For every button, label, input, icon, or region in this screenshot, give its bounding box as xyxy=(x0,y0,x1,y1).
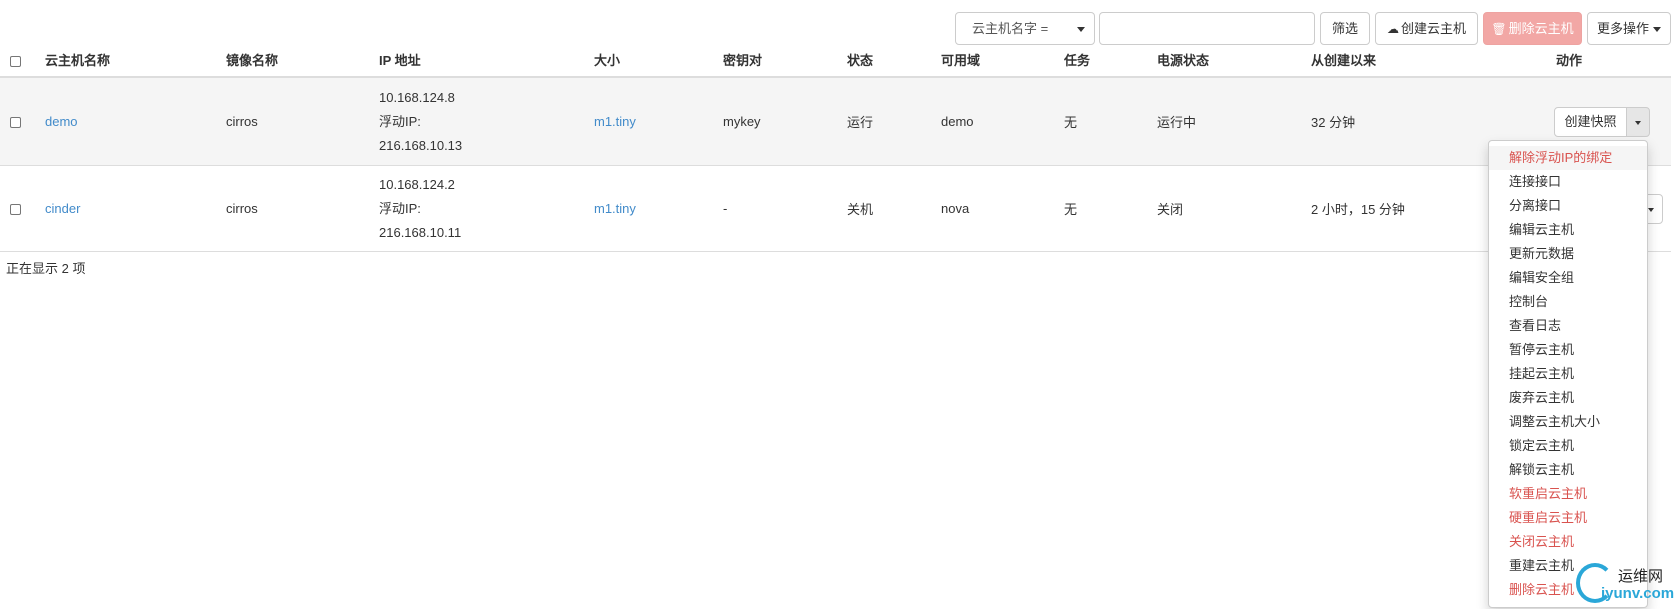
header-zone[interactable]: 可用域 xyxy=(941,44,980,78)
toolbar: 云主机名字 = 筛选 ☁ 创建云主机 🗑 删除云主机 更多操作 xyxy=(955,12,1671,45)
ip-address: 10.168.124.8 浮动IP: 216.168.10.13 xyxy=(379,78,462,165)
instance-name-link[interactable]: demo xyxy=(45,78,78,165)
chevron-down-icon xyxy=(1648,207,1654,212)
task: 无 xyxy=(1064,115,1078,130)
menu-item-detach-interface[interactable]: 分离接口 xyxy=(1489,194,1647,218)
ip-address: 10.168.124.2 浮动IP: 216.168.10.11 xyxy=(379,166,461,251)
header-age[interactable]: 从创建以来 xyxy=(1311,44,1376,78)
watermark-line1: 运维网 xyxy=(1618,568,1664,585)
availability-zone: nova xyxy=(941,201,970,216)
cloud-upload-icon: ☁ xyxy=(1386,22,1399,36)
chevron-down-icon xyxy=(1635,120,1641,125)
watermark-line2: iyunv.com xyxy=(1601,585,1675,602)
fixed-ip: 10.168.124.2 xyxy=(379,176,455,192)
delete-instance-button[interactable]: 🗑 删除云主机 xyxy=(1483,12,1582,45)
row-actions-menu: 解除浮动IP的绑定 连接接口 分离接口 编辑云主机 更新元数据 编辑安全组 控制… xyxy=(1488,140,1648,608)
floating-ip-label: 浮动IP: xyxy=(379,113,421,129)
row-checkbox[interactable] xyxy=(10,116,21,128)
menu-item-attach-interface[interactable]: 连接接口 xyxy=(1489,170,1647,194)
header-image[interactable]: 镜像名称 xyxy=(226,44,278,78)
menu-item-soft-reboot[interactable]: 软重启云主机 xyxy=(1489,482,1647,506)
flavor-link[interactable]: m1.tiny xyxy=(594,166,636,251)
image-name: cirros xyxy=(226,114,258,129)
flavor-link[interactable]: m1.tiny xyxy=(594,78,636,165)
filter-button-label: 筛选 xyxy=(1331,21,1358,36)
menu-item-edit-instance[interactable]: 编辑云主机 xyxy=(1489,218,1647,242)
table-row: demo cirros 10.168.124.8 浮动IP: 216.168.1… xyxy=(0,78,1671,166)
menu-item-shutdown-instance[interactable]: 关闭云主机 xyxy=(1489,530,1647,554)
header-power[interactable]: 电源状态 xyxy=(1157,44,1209,78)
menu-item-unlock-instance[interactable]: 解锁云主机 xyxy=(1489,458,1647,482)
menu-item-update-metadata[interactable]: 更新元数据 xyxy=(1489,242,1647,266)
menu-item-view-log[interactable]: 查看日志 xyxy=(1489,314,1647,338)
menu-item-pause-instance[interactable]: 暂停云主机 xyxy=(1489,338,1647,362)
select-all-checkbox[interactable] xyxy=(10,56,21,67)
menu-item-lock-instance[interactable]: 锁定云主机 xyxy=(1489,434,1647,458)
image-name: cirros xyxy=(226,201,258,216)
filter-field-label: 云主机名字 = xyxy=(972,21,1049,36)
floating-ip: 216.168.10.13 xyxy=(379,137,463,153)
instance-name-link[interactable]: cinder xyxy=(45,166,80,251)
age: 32 分钟 xyxy=(1311,115,1356,130)
menu-item-disassociate-floating-ip[interactable]: 解除浮动IP的绑定 xyxy=(1489,146,1647,170)
header-status[interactable]: 状态 xyxy=(847,44,873,78)
availability-zone: demo xyxy=(941,114,974,129)
menu-item-shelve-instance[interactable]: 废弃云主机 xyxy=(1489,386,1647,410)
filter-field-select[interactable]: 云主机名字 = xyxy=(955,12,1095,45)
floating-ip-label: 浮动IP: xyxy=(379,200,421,216)
site-watermark-logo: 运维网 iyunv.com xyxy=(1576,561,1679,609)
create-snapshot-button[interactable]: 创建快照 xyxy=(1554,106,1627,137)
header-size[interactable]: 大小 xyxy=(594,44,620,78)
more-actions-label: 更多操作 xyxy=(1596,21,1649,36)
age: 2 小时，15 分钟 xyxy=(1311,202,1405,217)
header-task[interactable]: 任务 xyxy=(1064,44,1090,78)
menu-item-edit-security-groups[interactable]: 编辑安全组 xyxy=(1489,266,1647,290)
create-instance-button[interactable]: ☁ 创建云主机 xyxy=(1375,12,1478,45)
task: 无 xyxy=(1064,202,1078,217)
header-keypair[interactable]: 密钥对 xyxy=(723,44,762,78)
menu-item-hard-reboot[interactable]: 硬重启云主机 xyxy=(1489,506,1647,530)
row-actions-toggle[interactable] xyxy=(1626,106,1650,137)
keypair: - xyxy=(723,201,728,216)
power-state: 关闭 xyxy=(1157,202,1184,217)
table-header: 云主机名称 镜像名称 IP 地址 大小 密钥对 状态 可用域 任务 电源状态 从… xyxy=(0,44,1671,78)
trash-icon: 🗑 xyxy=(1491,22,1507,36)
table-row: cinder cirros 10.168.124.2 浮动IP: 216.168… xyxy=(0,166,1671,252)
menu-item-suspend-instance[interactable]: 挂起云主机 xyxy=(1489,362,1647,386)
filter-input[interactable] xyxy=(1099,12,1315,45)
status: 关机 xyxy=(847,202,874,217)
floating-ip: 216.168.10.11 xyxy=(379,224,462,240)
menu-item-console[interactable]: 控制台 xyxy=(1489,290,1647,314)
chevron-down-icon xyxy=(1077,27,1085,32)
more-actions-button[interactable]: 更多操作 xyxy=(1587,12,1671,45)
row-checkbox[interactable] xyxy=(10,203,21,215)
power-state: 运行中 xyxy=(1157,115,1197,130)
menu-item-resize-instance[interactable]: 调整云主机大小 xyxy=(1489,410,1647,434)
item-count: 正在显示 2 项 xyxy=(6,261,86,276)
chevron-down-icon xyxy=(1653,27,1661,33)
status: 运行 xyxy=(847,115,874,130)
filter-button[interactable]: 筛选 xyxy=(1320,12,1370,45)
header-actions: 动作 xyxy=(1556,53,1583,68)
header-name[interactable]: 云主机名称 xyxy=(45,44,110,78)
keypair: mykey xyxy=(723,114,761,129)
create-instance-label: 创建云主机 xyxy=(1400,21,1466,36)
delete-instance-label: 删除云主机 xyxy=(1508,21,1574,36)
header-ip[interactable]: IP 地址 xyxy=(379,44,421,78)
fixed-ip: 10.168.124.8 xyxy=(379,89,455,105)
instances-table: 云主机名称 镜像名称 IP 地址 大小 密钥对 状态 可用域 任务 电源状态 从… xyxy=(0,44,1671,252)
